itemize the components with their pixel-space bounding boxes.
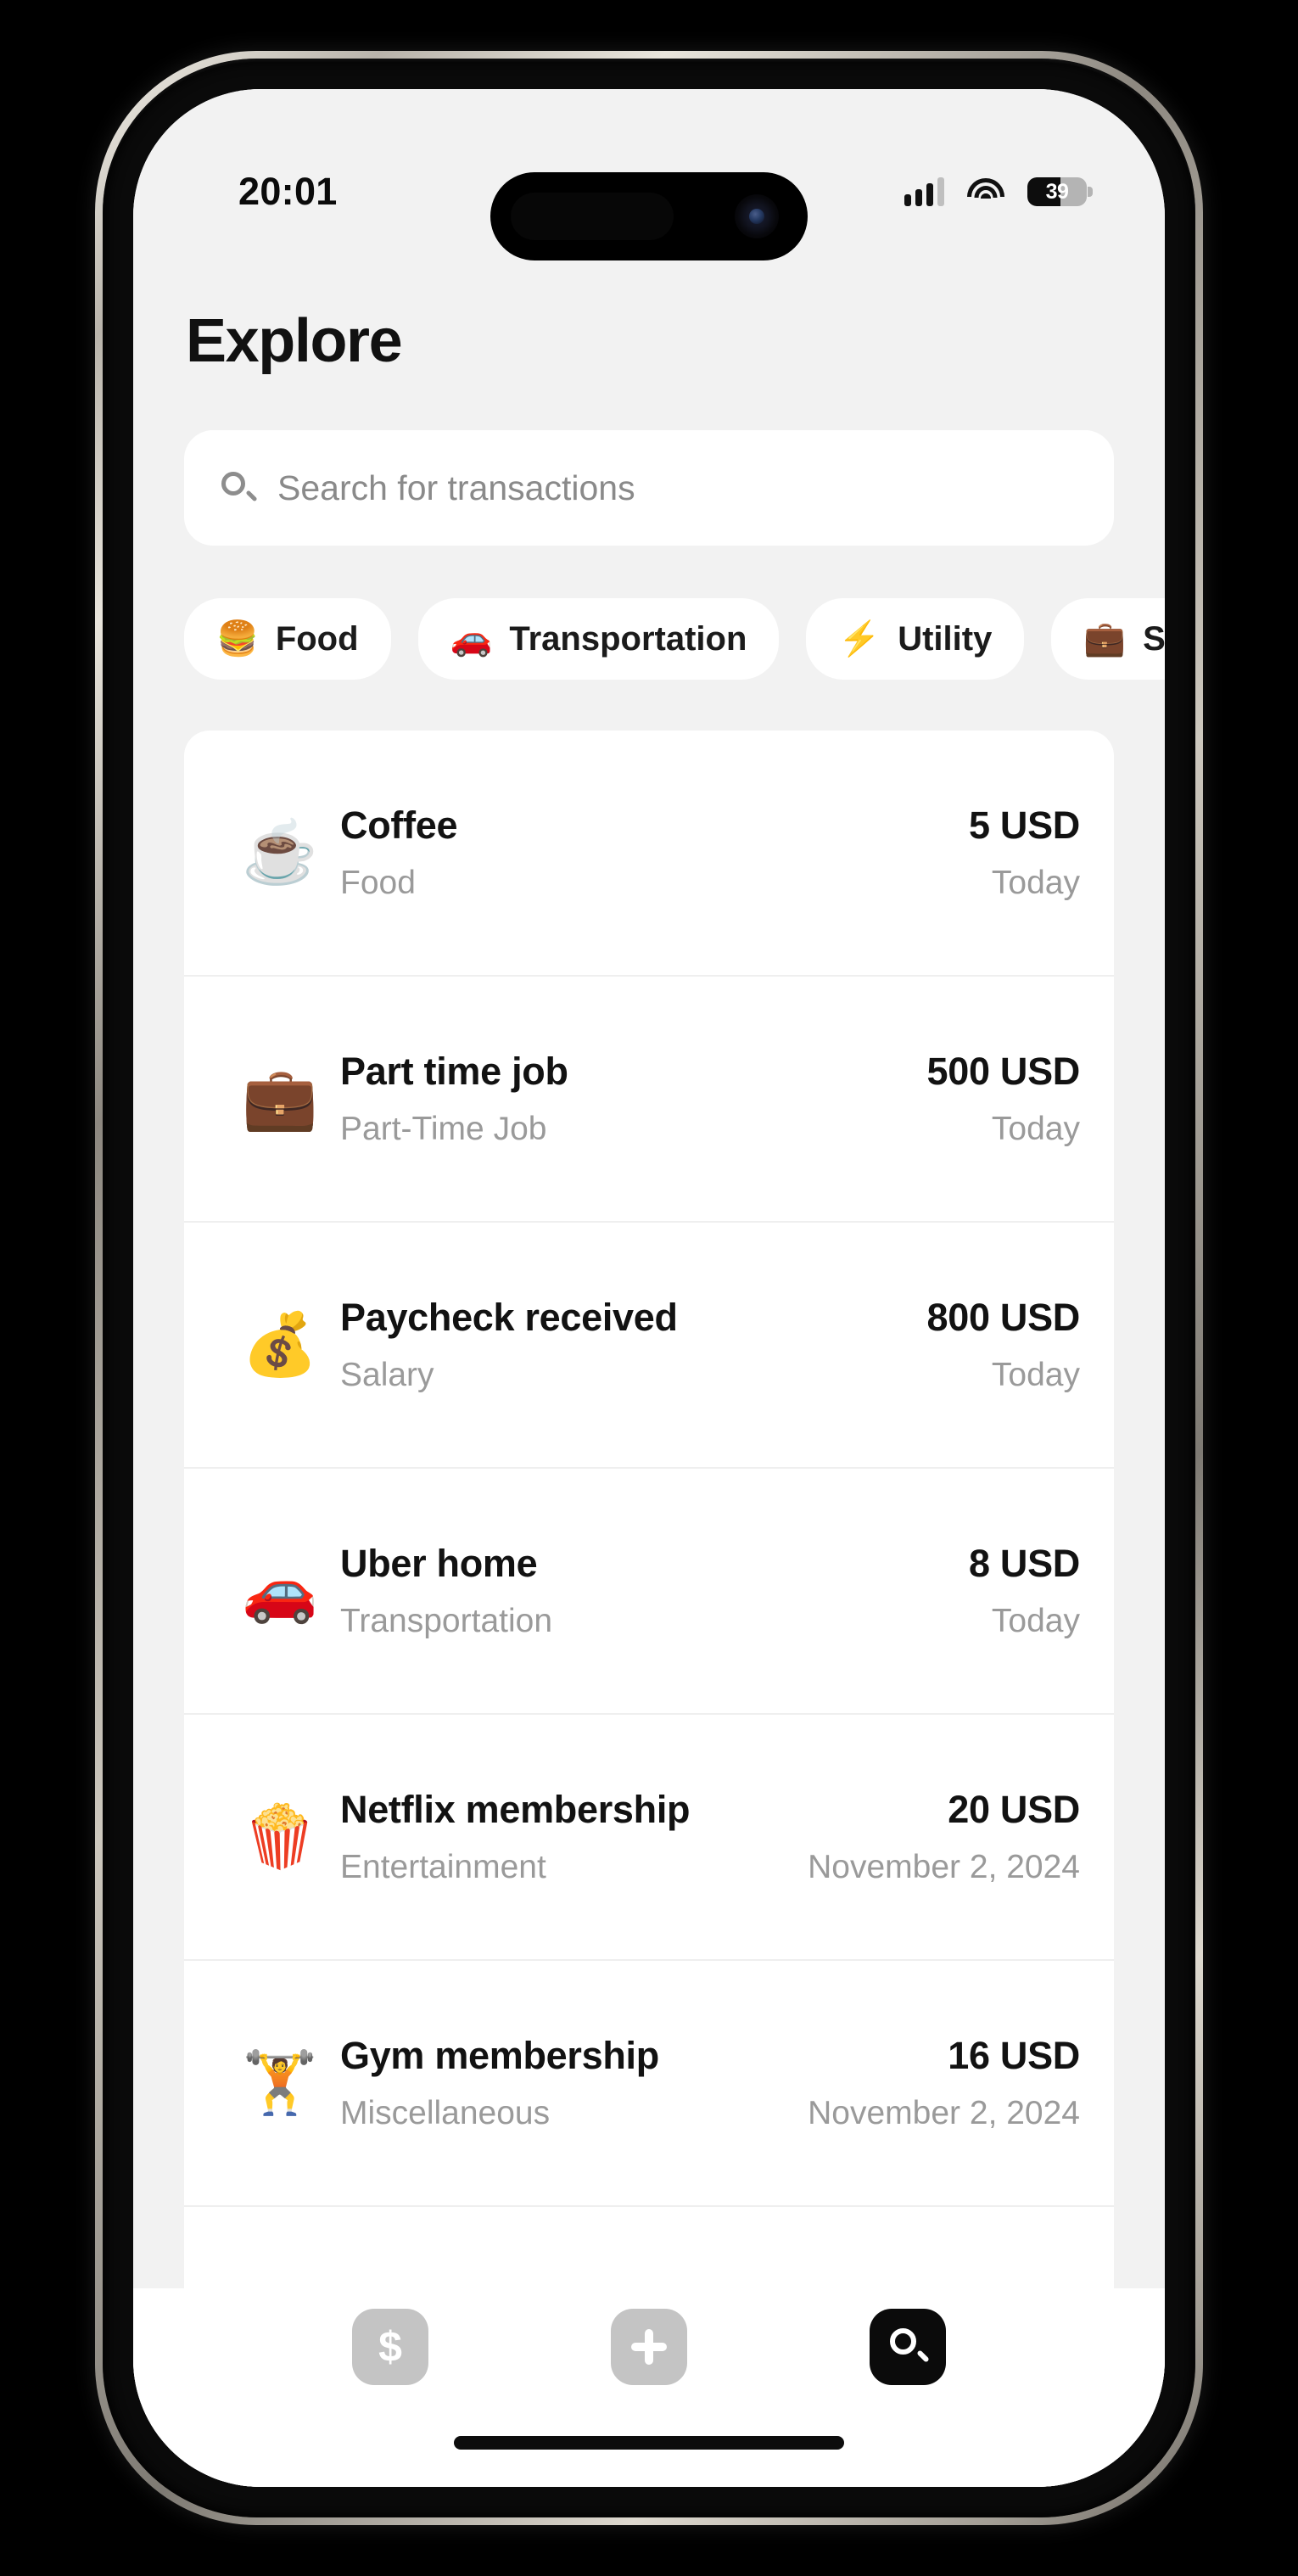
phone-bezel: 20:01 39 Explore Search for transactions… [103, 59, 1195, 2517]
transaction-category: Miscellaneous [340, 2095, 551, 2131]
transaction-category: Transportation [340, 1603, 553, 1639]
battery-percent-label: 39 [1045, 179, 1069, 204]
transaction-info: Paycheck received Salary [327, 1296, 927, 1394]
transaction-row[interactable]: ☕ Coffee Food 5 USD Today [184, 731, 1114, 977]
briefcase-icon: 💼 [242, 1065, 318, 1133]
battery-icon: 39 [1027, 177, 1093, 206]
car-icon: 🚗 [450, 620, 493, 658]
transaction-row[interactable]: 🚗 Uber home Transportation 8 USD Today [184, 1469, 1114, 1715]
home-indicator[interactable] [454, 2436, 844, 2450]
transaction-name: Uber home [340, 1542, 538, 1585]
transaction-name: Coffee [340, 804, 458, 847]
dynamic-island [490, 172, 808, 260]
car-icon: 🚗 [242, 1557, 318, 1625]
status-time: 20:01 [238, 170, 338, 213]
wifi-icon [967, 178, 1004, 205]
hamburger-icon: 🍔 [216, 620, 259, 658]
weightlifter-icon: 🏋️ [242, 2049, 318, 2117]
cellular-signal-icon [904, 177, 944, 206]
transaction-meta: 20 USD November 2, 2024 [808, 1788, 1080, 1886]
transaction-meta: 500 USD Today [927, 1050, 1081, 1148]
transaction-amount: 500 USD [926, 1050, 1081, 1093]
transaction-date: Today [991, 1111, 1080, 1147]
front-camera-icon [735, 194, 779, 238]
transaction-category: Food [340, 865, 416, 901]
transaction-category: Part-Time Job [340, 1111, 547, 1147]
search-section: Search for transactions [133, 376, 1165, 546]
transaction-meta: 5 USD Today [969, 804, 1080, 902]
tab-explore[interactable] [870, 2309, 946, 2385]
lightning-icon: ⚡ [838, 620, 881, 658]
transaction-amount: 16 USD [948, 2034, 1080, 2077]
search-icon [889, 2328, 926, 2366]
transaction-amount: 20 USD [948, 1788, 1080, 1831]
screenshot-stage: 20:01 39 Explore Search for transactions… [0, 0, 1298, 2576]
transaction-row[interactable]: 🍿 Netflix membership Entertainment 20 USD No… [184, 1715, 1114, 1961]
transaction-name: Part time job [340, 1050, 568, 1093]
transaction-meta: 16 USD November 2, 2024 [808, 2034, 1080, 2132]
transaction-name: Gym membership [340, 2034, 659, 2077]
transaction-info: Netflix membership Entertainment [327, 1788, 808, 1886]
phone-frame: 20:01 39 Explore Search for transactions… [95, 51, 1203, 2525]
tab-bar-inner: $ [352, 2288, 946, 2385]
bottom-tab-bar: $ [133, 2288, 1165, 2487]
category-chip-list[interactable]: 🍔 Food 🚗 Transportation ⚡ Utility 💼 Salary [133, 546, 1165, 680]
category-chip-label: Food [275, 619, 359, 658]
app-content: Explore Search for transactions 🍔 Food 🚗 Tr… [133, 89, 1165, 2487]
transaction-date: Today [991, 865, 1080, 901]
transaction-row[interactable]: 🏋️ Gym membership Miscellaneous 16 USD Novem… [184, 1961, 1114, 2207]
money-bag-icon: 💰 [242, 1311, 318, 1379]
transaction-date: Today [991, 1603, 1080, 1639]
transaction-amount: 800 USD [926, 1296, 1081, 1339]
transaction-category: Salary [340, 1357, 434, 1393]
battery-cap [1088, 187, 1093, 197]
popcorn-icon: 🍿 [242, 1803, 318, 1871]
transaction-amount: 8 USD [968, 1542, 1080, 1585]
phone-screen: 20:01 39 Explore Search for transactions… [133, 89, 1165, 2487]
category-chip[interactable]: 💼 Salary [1051, 598, 1165, 680]
category-chip-label: Salary [1143, 619, 1165, 658]
category-chip[interactable]: 🍔 Food [184, 598, 391, 680]
transaction-meta: 800 USD Today [927, 1296, 1081, 1394]
transaction-amount: 5 USD [968, 804, 1080, 847]
transaction-name: Paycheck received [340, 1296, 678, 1339]
transaction-date: November 2, 2024 [808, 1849, 1080, 1885]
transaction-list: ☕ Coffee Food 5 USD Today 💼 Part time job Part-… [184, 731, 1114, 2487]
status-indicators: 39 [904, 177, 1093, 206]
tab-wallet[interactable]: $ [352, 2309, 428, 2385]
transaction-row[interactable]: 💰 Paycheck received Salary 800 USD Today [184, 1223, 1114, 1469]
transaction-info: Coffee Food [327, 804, 969, 902]
plus-icon [631, 2329, 667, 2365]
transaction-date: Today [991, 1357, 1080, 1393]
transaction-name: Netflix membership [340, 1788, 691, 1831]
page-title: Explore [186, 307, 403, 375]
category-chip-label: Utility [898, 619, 993, 658]
briefcase-icon: 💼 [1083, 620, 1127, 658]
category-chip[interactable]: ⚡ Utility [806, 598, 1025, 680]
transaction-date: November 2, 2024 [808, 2095, 1080, 2131]
category-chip-label: Transportation [509, 619, 747, 658]
transaction-info: Gym membership Miscellaneous [327, 2034, 808, 2132]
coffee-icon: ☕ [242, 819, 318, 887]
transaction-meta: 8 USD Today [969, 1542, 1080, 1640]
search-icon [221, 472, 254, 504]
category-chip[interactable]: 🚗 Transportation [417, 598, 780, 680]
transaction-row[interactable]: 💼 Part time job Part-Time Job 500 USD Today [184, 977, 1114, 1223]
dynamic-island-pill [511, 193, 674, 240]
tab-add-transaction[interactable] [611, 2309, 687, 2385]
transaction-info: Part time job Part-Time Job [327, 1050, 927, 1148]
transaction-info: Uber home Transportation [327, 1542, 969, 1640]
search-input[interactable]: Search for transactions [184, 430, 1114, 546]
dollar-icon: $ [378, 2323, 402, 2371]
transaction-category: Entertainment [340, 1849, 546, 1885]
search-placeholder: Search for transactions [277, 468, 635, 507]
